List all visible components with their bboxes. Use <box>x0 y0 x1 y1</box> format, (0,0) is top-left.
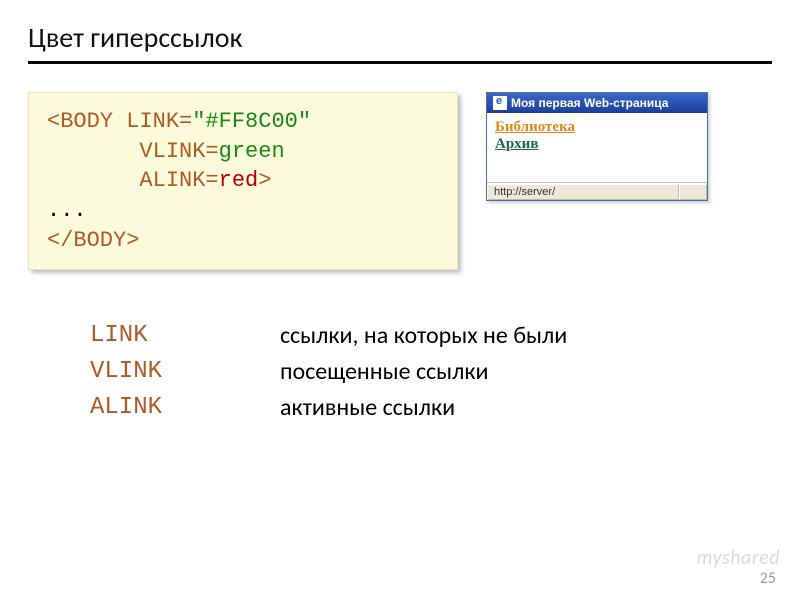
code-example-box: <BODY LINK="#FF8C00" VLINK=green ALINK=r… <box>28 92 458 270</box>
title-divider <box>28 61 772 64</box>
code-text: VLINK= <box>47 139 219 164</box>
preview-link-archive[interactable]: Архив <box>495 136 699 153</box>
page-number: 25 <box>760 569 776 588</box>
preview-link-library[interactable]: Библиотека <box>495 119 699 136</box>
definitions-list: LINK ссылки, на которых не были VLINK по… <box>90 318 772 426</box>
code-text: LINK= <box>126 109 192 134</box>
content-row: <BODY LINK="#FF8C00" VLINK=green ALINK=r… <box>28 92 772 270</box>
code-text: </BODY> <box>47 226 439 256</box>
list-item: VLINK посещенные ссылки <box>90 354 772 390</box>
status-url: http://server/ <box>487 184 679 200</box>
watermark: myshared <box>697 546 780 570</box>
list-item: LINK ссылки, на которых не были <box>90 318 772 354</box>
code-text: red <box>219 168 259 193</box>
status-spacer <box>679 184 707 200</box>
code-text: > <box>258 168 271 193</box>
def-desc: активные ссылки <box>280 390 455 426</box>
def-desc: посещенные ссылки <box>280 354 488 390</box>
def-term: ALINK <box>90 390 280 426</box>
browser-viewport: Библиотека Архив <box>487 113 707 183</box>
browser-title: Моя первая Web-страница <box>511 96 668 110</box>
def-desc: ссылки, на которых не были <box>280 318 567 354</box>
code-text: green <box>219 139 285 164</box>
slide-title: Цвет гиперссылок <box>28 20 772 55</box>
browser-statusbar: http://server/ <box>487 183 707 200</box>
browser-preview: Моя первая Web-страница Библиотека Архив… <box>486 92 708 201</box>
code-text: <BODY <box>47 109 126 134</box>
code-text: ... <box>47 196 439 226</box>
code-text: "#FF8C00" <box>192 109 311 134</box>
def-term: VLINK <box>90 354 280 390</box>
ie-icon <box>493 96 507 110</box>
browser-titlebar: Моя первая Web-страница <box>487 93 707 113</box>
def-term: LINK <box>90 318 280 354</box>
list-item: ALINK активные ссылки <box>90 390 772 426</box>
code-text: ALINK= <box>47 168 219 193</box>
